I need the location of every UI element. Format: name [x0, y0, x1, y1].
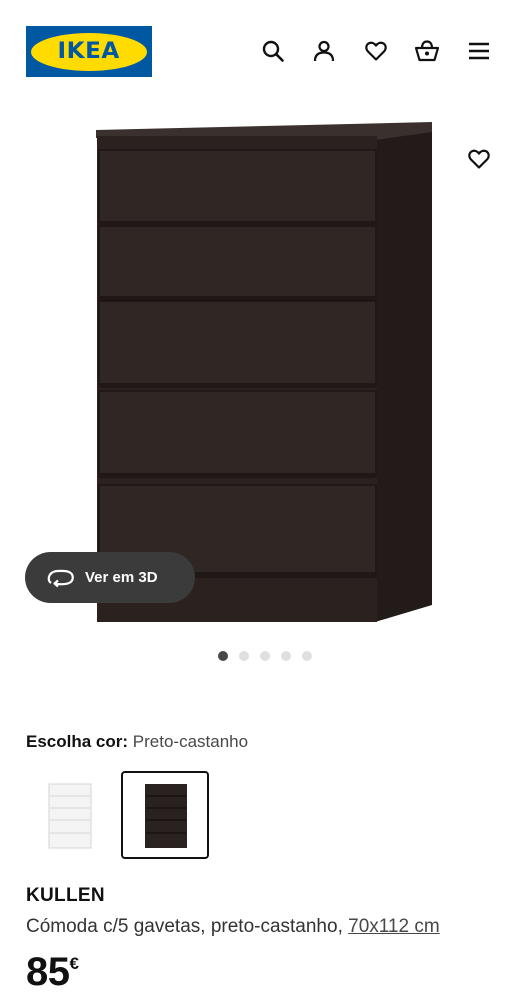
color-swatch-white[interactable] [25, 771, 113, 859]
search-icon[interactable] [260, 38, 286, 64]
carousel-dot[interactable] [218, 651, 228, 661]
rotate-3d-icon [47, 568, 75, 588]
color-choice-value: Preto-castanho [132, 732, 249, 751]
product-description: Cómoda c/5 gavetas, preto-castanho, 70x1… [26, 916, 440, 938]
product-price: 85€ [26, 950, 79, 995]
black-brown-dresser-thumbnail [145, 784, 187, 848]
product-name: KULLEN [26, 885, 105, 906]
view-in-3d-button[interactable]: Ver em 3D [25, 552, 195, 603]
carousel-dot[interactable] [281, 651, 291, 661]
top-header: IKEA [0, 0, 530, 100]
user-icon[interactable] [311, 38, 337, 64]
carousel-dot[interactable] [302, 651, 312, 661]
logo-text: IKEA [57, 39, 121, 64]
logo-oval: IKEA [31, 32, 147, 71]
ikea-logo[interactable]: IKEA [26, 26, 152, 77]
color-choice: Escolha cor: Preto-castanho [26, 732, 248, 752]
price-currency: € [69, 954, 79, 973]
view-in-3d-label: Ver em 3D [85, 569, 158, 586]
white-dresser-thumbnail [48, 783, 92, 849]
shopping-bag-icon[interactable] [414, 38, 440, 64]
carousel-indicator [0, 651, 530, 663]
carousel-dot[interactable] [239, 651, 249, 661]
color-swatch-black-brown[interactable] [121, 771, 209, 859]
menu-icon[interactable] [466, 38, 492, 64]
carousel-dot[interactable] [260, 651, 270, 661]
add-to-favourites-button[interactable] [457, 137, 501, 181]
heart-icon[interactable] [363, 38, 389, 64]
heart-icon [468, 149, 490, 169]
color-choice-label: Escolha cor: [26, 732, 129, 751]
product-dimensions-link[interactable]: 70x112 cm [348, 916, 440, 937]
price-integer: 85 [26, 950, 70, 994]
product-description-text: Cómoda c/5 gavetas, preto-castanho, [26, 916, 343, 937]
